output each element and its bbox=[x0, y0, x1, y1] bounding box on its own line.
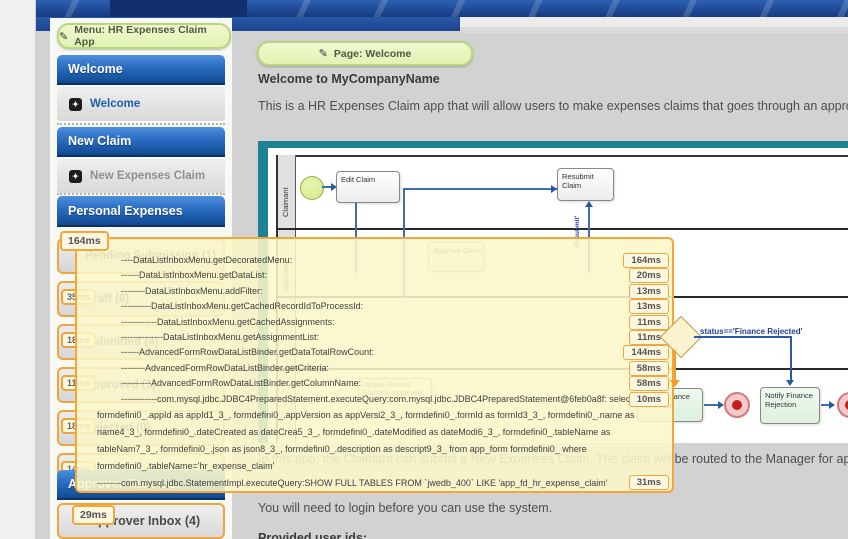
profiler-row-text: ------DataListInboxMenu.getDataList: bbox=[121, 270, 268, 281]
profiler-row: --------com.mysql.jdbc.StatementImpl.exe… bbox=[77, 474, 672, 491]
profiler-row: ------AdvancedFormRowDataListBinder.getD… bbox=[77, 345, 672, 361]
lane-label-claimant: Claimant bbox=[281, 187, 290, 217]
sidebar-header-new-claim: New Claim bbox=[57, 127, 225, 157]
login-note: You will need to login before you can us… bbox=[258, 501, 553, 515]
flow-arrowhead bbox=[786, 380, 794, 386]
diagram-border-top bbox=[258, 141, 848, 148]
menu-pill-label: Menu: HR Expenses Claim App bbox=[74, 24, 207, 48]
profiler-row-text: ----------AdvancedFormRowDataListBinder.… bbox=[121, 378, 362, 389]
flow-connector bbox=[694, 336, 792, 338]
timing-badge-total: 164ms bbox=[60, 231, 109, 251]
profiler-row-text: tableNam7_3_, formdefini0_.json as json8… bbox=[97, 443, 587, 454]
sidebar-item-welcome[interactable]: ✦ Welcome bbox=[57, 87, 225, 121]
profiler-row: tableNam7_3_, formdefini0_.json as json8… bbox=[77, 441, 672, 458]
profiler-row: ----DataListInboxMenu.getDecoratedMenu: … bbox=[77, 253, 672, 268]
profiler-row-text: --------DataListInboxMenu.addFilter: bbox=[121, 285, 263, 296]
timing-badge: 58ms bbox=[628, 360, 669, 376]
profiler-overlay-panel: ----DataListInboxMenu.getDecoratedMenu: … bbox=[75, 237, 674, 493]
menu-item-icon: ✦ bbox=[69, 97, 82, 111]
flow-connector bbox=[403, 188, 557, 190]
timing-badge: 10ms bbox=[628, 391, 669, 407]
profiler-row: name4_3_, formdefini0_.dateCreated as da… bbox=[77, 424, 672, 441]
condition-label-finance-rejected: status=='Finance Rejected' bbox=[700, 327, 803, 336]
page-pill-label: Page: Welcome bbox=[333, 47, 412, 60]
profiler-row: formdefini0_.tableName='hr_expense_claim… bbox=[77, 458, 672, 475]
start-event-circle bbox=[300, 176, 324, 200]
menu-edit-pill[interactable]: ✎ Menu: HR Expenses Claim App bbox=[57, 23, 231, 49]
timing-badge: 20ms bbox=[628, 268, 669, 284]
task-resubmit-claim: Resubmit Claim bbox=[557, 168, 614, 201]
sidebar-item-label: New Expenses Claim bbox=[90, 170, 206, 182]
profiler-row: ----------DataListInboxMenu.getCachedRec… bbox=[77, 299, 672, 315]
profiler-row: --------DataListInboxMenu.addFilter: 13m… bbox=[77, 283, 672, 299]
profiler-row-text: formdefini0_.tableName='hr_expense_claim… bbox=[97, 460, 275, 471]
sidebar-header-personal-expenses: Personal Expenses bbox=[57, 196, 225, 227]
end-event-circle bbox=[724, 392, 750, 418]
lane-separator bbox=[276, 228, 848, 230]
profiler-row: --------AdvancedFormRowDataListBinder.ge… bbox=[77, 360, 672, 376]
task-edit-claim: Edit Claim bbox=[336, 171, 400, 203]
profiler-row-text: ------AdvancedFormRowDataListBinder.getD… bbox=[121, 347, 375, 358]
edit-pencil-icon: ✎ bbox=[59, 30, 69, 43]
profiler-row-text: ----DataListInboxMenu.getDecoratedMenu: bbox=[121, 255, 293, 265]
page-edit-pill[interactable]: ✎ Page: Welcome bbox=[257, 41, 473, 66]
page-title: Welcome to MyCompanyName bbox=[258, 72, 440, 86]
user-ids-heading-clipped: Provided user ids: bbox=[258, 531, 368, 539]
profiler-row-text: ------------DataListInboxMenu.getCachedA… bbox=[121, 316, 335, 327]
toolbar-strip-lower bbox=[460, 27, 848, 33]
profiler-row: ------------com.mysql.jdbc.JDBC4Prepared… bbox=[77, 391, 672, 407]
profiler-pointer-arrowhead bbox=[670, 380, 680, 387]
pool-top-line bbox=[276, 155, 848, 157]
timing-badge-approver-inbox: 29ms bbox=[72, 505, 115, 525]
profiler-row-text: name4_3_, formdefini0_.dateCreated as da… bbox=[97, 426, 611, 437]
profiler-row-text: ------------com.mysql.jdbc.JDBC4Prepared… bbox=[121, 393, 633, 404]
edit-pencil-icon: ✎ bbox=[318, 48, 328, 60]
sidebar-divider bbox=[57, 193, 225, 195]
menu-item-icon: ✦ bbox=[69, 169, 82, 183]
timing-badge: 31ms bbox=[628, 474, 669, 490]
task-notify-finance-rejection: Notify Finance Rejection bbox=[760, 387, 820, 424]
timing-badge: 13ms bbox=[628, 299, 669, 315]
profiler-row-text: --------com.mysql.jdbc.StatementImpl.exe… bbox=[97, 477, 608, 488]
flow-arrowhead bbox=[585, 201, 593, 207]
sidebar-item-new-expenses-claim[interactable]: ✦ New Expenses Claim bbox=[57, 159, 225, 193]
timing-badge: 11ms bbox=[629, 314, 669, 330]
app-window: ✎ Menu: HR Expenses Claim App Welcome ✦ … bbox=[0, 0, 848, 539]
profiler-row-text: formdefini0_.appId as appId1_3_, formdef… bbox=[97, 409, 635, 420]
profiler-row: ------DataListInboxMenu.getDataList: 20m… bbox=[77, 268, 672, 284]
profiler-pointer-line bbox=[674, 350, 676, 382]
profiler-row-text: --------AdvancedFormRowDataListBinder.ge… bbox=[121, 362, 330, 373]
profiler-row-text: ----------DataListInboxMenu.getCachedRec… bbox=[121, 301, 364, 312]
profiler-row: --------------DataListInboxMenu.getAssig… bbox=[77, 329, 672, 345]
timing-badge: 144ms bbox=[623, 345, 669, 361]
sidebar-divider bbox=[57, 123, 225, 125]
timing-badge: 164ms bbox=[623, 253, 669, 268]
sidebar-item-label: Welcome bbox=[90, 98, 141, 110]
top-banner-dark-block bbox=[110, 0, 247, 17]
profiler-row: formdefini0_.appId as appId1_3_, formdef… bbox=[77, 407, 672, 424]
timing-badge: 13ms bbox=[628, 283, 669, 299]
toolbar-strip bbox=[460, 17, 848, 27]
flow-connector bbox=[790, 336, 792, 382]
profiler-row-text: --------------DataListInboxMenu.getAssig… bbox=[121, 331, 320, 342]
profiler-row: ------------DataListInboxMenu.getCachedA… bbox=[77, 314, 672, 330]
timing-badge: 58ms bbox=[628, 376, 669, 392]
flow-arrowhead bbox=[829, 401, 835, 409]
sidebar-header-welcome: Welcome bbox=[57, 55, 225, 85]
profiler-row: ----------AdvancedFormRowDataListBinder.… bbox=[77, 376, 672, 392]
page-left-margin bbox=[0, 0, 36, 539]
intro-paragraph: This is a HR Expenses Claim app that wil… bbox=[258, 99, 848, 113]
